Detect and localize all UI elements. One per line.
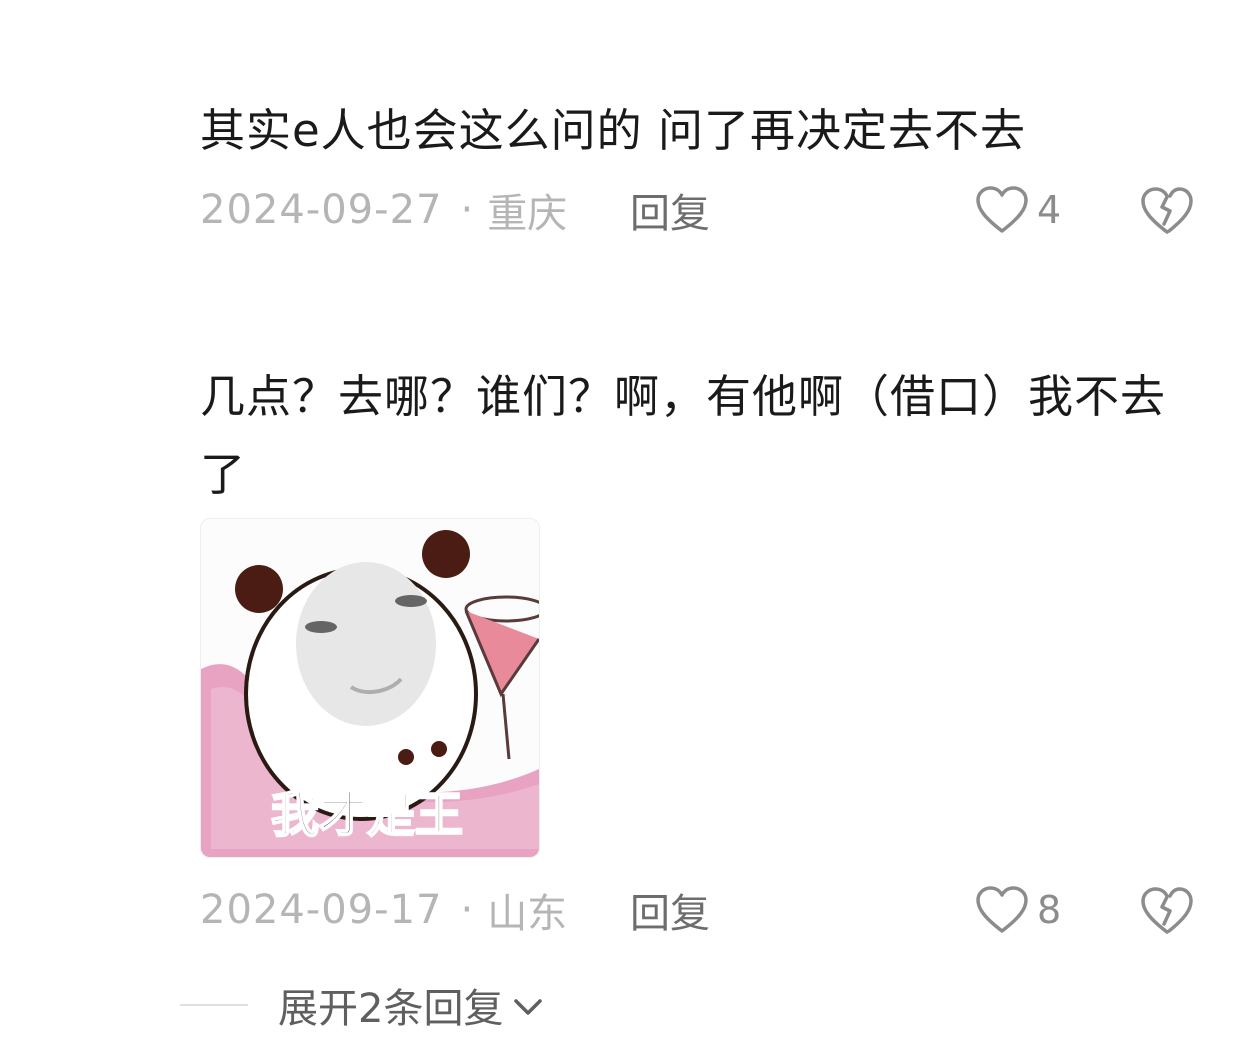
like-button[interactable]: 8	[975, 885, 1061, 935]
divider-line	[180, 1004, 248, 1006]
comment-location: 重庆	[487, 191, 568, 237]
comment-meta: 2024-09-17 · 山东 回复 8	[200, 882, 1200, 938]
reply-button[interactable]: 回复	[630, 181, 710, 239]
comment-text: 其实e人也会这么问的 问了再决定去不去	[200, 104, 1026, 157]
comment-text: 几点？去哪？谁们？啊，有他啊（借口）我不去了	[200, 370, 1167, 501]
panda-meme-sticker[interactable]: 我才是王	[200, 518, 540, 858]
meta-separator: ·	[460, 887, 474, 933]
expand-replies-label[interactable]: 展开2条回复	[278, 976, 503, 1034]
comment-location: 山东	[487, 891, 568, 937]
comment-2: 几点？去哪？谁们？啊，有他啊（借口）我不去了 我才是王 2024-09-17 ·…	[200, 358, 1200, 937]
sticker-caption: 我才是王	[271, 787, 463, 843]
like-count: 8	[1037, 888, 1062, 932]
broken-heart-icon	[1141, 187, 1193, 234]
heart-outline-icon	[976, 186, 1028, 233]
like-count: 4	[1037, 188, 1062, 232]
comment-date: 2024-09-17	[200, 887, 443, 933]
dislike-button[interactable]	[1140, 886, 1194, 946]
meta-separator: ·	[460, 187, 474, 233]
comment-1: 其实e人也会这么问的 问了再决定去不去 2024-09-27 · 重庆 回复 4	[200, 92, 1200, 237]
dislike-button[interactable]	[1140, 186, 1194, 246]
sticker-image: 我才是王	[201, 530, 539, 857]
chevron-down-icon[interactable]	[511, 994, 545, 1020]
like-button[interactable]: 4	[975, 185, 1061, 235]
reply-button[interactable]: 回复	[630, 881, 710, 939]
expand-replies[interactable]: 展开2条回复	[180, 980, 545, 1032]
comment-date: 2024-09-27	[200, 187, 443, 233]
heart-outline-icon	[976, 886, 1028, 933]
broken-heart-icon	[1141, 887, 1193, 934]
comment-meta: 2024-09-27 · 重庆 回复 4	[200, 182, 1200, 238]
